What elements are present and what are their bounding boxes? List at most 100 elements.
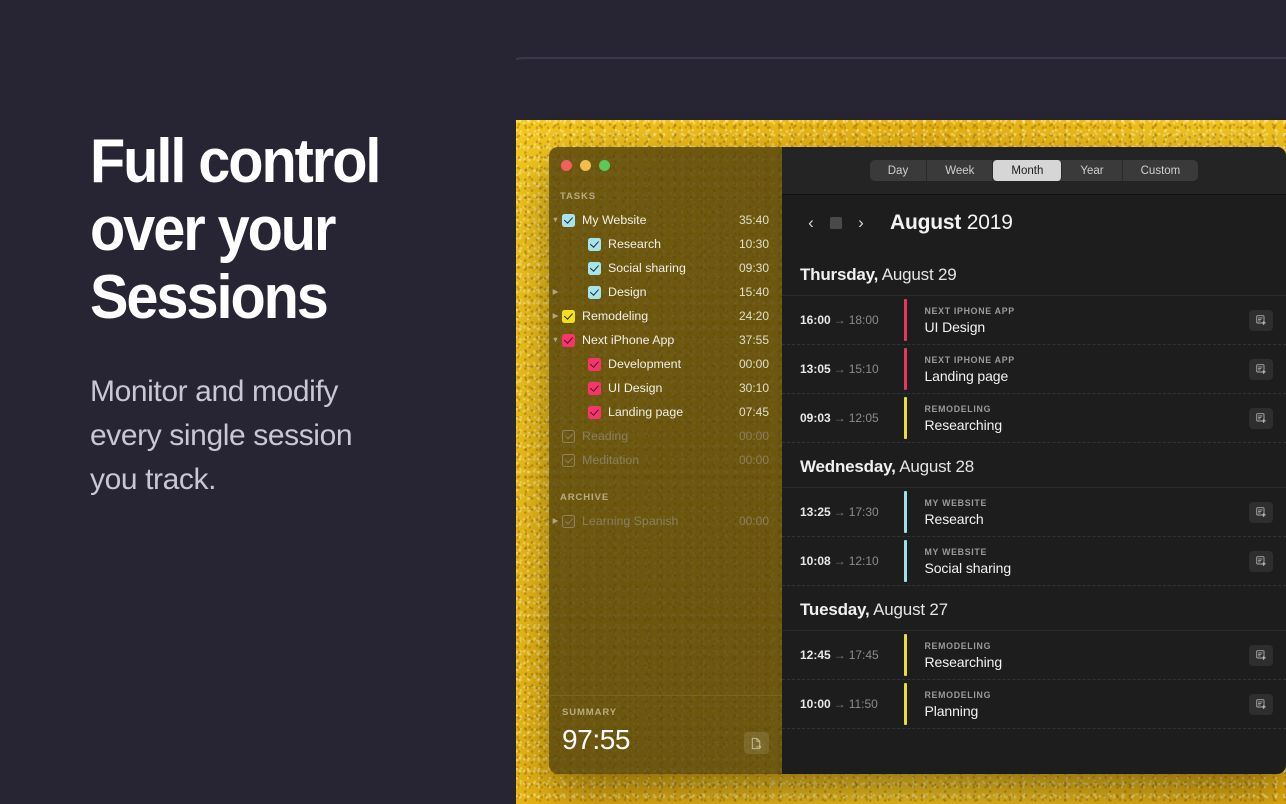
task-checkbox[interactable]: [562, 333, 575, 347]
session-end-time: 12:05: [848, 411, 879, 425]
task-list-item-row[interactable]: Reading 00:00: [549, 424, 782, 448]
task-name: Design: [608, 285, 647, 299]
session-start-time: 09:03: [800, 411, 831, 425]
session-row[interactable]: 13:25 → 17:30 MY WEBSITE Research: [782, 488, 1286, 537]
task-list-item-row[interactable]: Next iPhone App 37:55: [549, 328, 782, 352]
task-duration: 00:00: [738, 429, 769, 443]
session-row[interactable]: 12:45 → 17:45 REMODELING Researching: [782, 631, 1286, 680]
add-note-icon[interactable]: [1249, 693, 1273, 715]
session-time-range: 10:00 → 11:50: [800, 697, 904, 711]
summary-bar: SUMMARY 97:55: [549, 695, 782, 774]
session-row[interactable]: 10:00 → 11:50 REMODELING Planning: [782, 680, 1286, 729]
task-checkbox[interactable]: [562, 213, 575, 227]
session-start-time: 13:05: [800, 362, 831, 376]
task-name: Social sharing: [608, 261, 686, 275]
session-row[interactable]: 16:00 → 18:00 NEXT IPHONE APP UI Design: [782, 296, 1286, 345]
task-list-item-row[interactable]: Development 00:00: [549, 352, 782, 376]
stop-square-icon[interactable]: [830, 217, 842, 229]
session-title: UI Design: [924, 318, 986, 335]
sidebar: TASKS My Website 35:40 Research 10:30 Social…: [549, 147, 782, 774]
archive-section-label: ARCHIVE: [560, 492, 610, 503]
task-list-item-row[interactable]: Landing page 07:45: [549, 400, 782, 424]
zoom-button[interactable]: [599, 160, 610, 171]
tab-custom[interactable]: Custom: [1123, 160, 1199, 181]
add-note-icon[interactable]: [1249, 501, 1273, 523]
task-duration: 35:40: [738, 213, 769, 227]
session-end-time: 12:10: [848, 554, 879, 568]
promo-headline-line-2: Sessions: [90, 263, 329, 332]
day-weekday: Thursday,: [800, 265, 879, 284]
task-list-item-row[interactable]: Meditation 00:00: [549, 448, 782, 472]
promo-headline-line-1: over your: [90, 195, 336, 264]
disclosure-triangle-icon[interactable]: [549, 216, 562, 224]
tab-week[interactable]: Week: [927, 160, 994, 181]
session-project-color-bar: [904, 491, 907, 533]
task-duration: 24:20: [738, 309, 769, 323]
session-title: Social sharing: [924, 559, 1012, 576]
add-note-icon[interactable]: [1249, 644, 1273, 666]
task-list-item-row[interactable]: UI Design 30:10: [549, 376, 782, 400]
task-list-item-row[interactable]: My Website 35:40: [549, 208, 782, 232]
task-checkbox[interactable]: [588, 357, 601, 371]
disclosure-triangle-icon[interactable]: [549, 336, 562, 344]
session-project-color-bar: [904, 634, 907, 676]
tab-month[interactable]: Month: [993, 160, 1063, 181]
session-time-range: 09:03 → 12:05: [800, 411, 904, 425]
promo-subheadline-line-1: every single session: [90, 419, 353, 452]
sessions-list: Thursday, August 29 16:00 → 18:00 NEXT IPHON…: [782, 251, 1286, 774]
day-date: August 28: [895, 457, 974, 476]
window-traffic-lights: [549, 147, 782, 171]
session-body: NEXT IPHONE APP UI Design: [925, 306, 1250, 335]
chevron-right-icon[interactable]: ›: [850, 213, 872, 233]
archive-list-item-row[interactable]: Learning Spanish 00:00: [549, 509, 782, 533]
day-header: Wednesday, August 28: [782, 443, 1286, 488]
task-list-item-row[interactable]: Research 10:30: [549, 232, 782, 256]
range-segmented-control[interactable]: Day Week Month Year Custom: [869, 160, 1199, 181]
task-duration: 09:30: [738, 261, 769, 275]
disclosure-triangle-icon[interactable]: [549, 288, 562, 296]
task-checkbox[interactable]: [562, 429, 575, 443]
arrow-right-icon: →: [833, 554, 846, 568]
close-button[interactable]: [561, 160, 572, 171]
tab-year[interactable]: Year: [1062, 160, 1123, 181]
chevron-left-icon[interactable]: ‹: [800, 213, 822, 233]
session-project-color-bar: [904, 348, 907, 390]
session-end-time: 18:00: [848, 313, 879, 327]
add-note-icon[interactable]: [1249, 550, 1273, 572]
session-body: REMODELING Researching: [925, 641, 1250, 670]
task-checkbox[interactable]: [588, 285, 601, 299]
tab-day[interactable]: Day: [870, 160, 928, 181]
task-list-item-row[interactable]: Remodeling 24:20: [549, 304, 782, 328]
task-name: Research: [608, 237, 662, 251]
timing-app-window: TASKS My Website 35:40 Research 10:30 Social…: [549, 147, 1286, 774]
disclosure-triangle-icon[interactable]: [549, 312, 562, 320]
session-project-color-bar: [904, 397, 907, 439]
task-checkbox[interactable]: [562, 309, 575, 323]
session-body: NEXT IPHONE APP Landing page: [925, 355, 1250, 384]
task-checkbox[interactable]: [588, 405, 601, 419]
session-row[interactable]: 09:03 → 12:05 REMODELING Researching: [782, 394, 1286, 443]
session-row[interactable]: 10:08 → 12:10 MY WEBSITE Social sharing: [782, 537, 1286, 586]
day-weekday: Tuesday,: [800, 600, 870, 619]
session-project-color-bar: [904, 683, 907, 725]
session-row[interactable]: 13:05 → 15:10 NEXT IPHONE APP Landing page: [782, 345, 1286, 394]
task-checkbox[interactable]: [588, 261, 601, 275]
task-name: Remodeling: [582, 309, 649, 323]
task-name: My Website: [582, 213, 647, 227]
task-checkbox[interactable]: [562, 453, 575, 467]
day-date: August 29: [878, 265, 957, 284]
session-title: Researching: [924, 416, 1003, 433]
disclosure-triangle-icon[interactable]: [549, 517, 562, 525]
task-list-item-row[interactable]: Design 15:40: [549, 280, 782, 304]
add-note-icon[interactable]: [1249, 309, 1273, 331]
add-note-icon[interactable]: [1249, 358, 1273, 380]
minimize-button[interactable]: [580, 160, 591, 171]
task-list-item-row[interactable]: Social sharing 09:30: [549, 256, 782, 280]
task-checkbox[interactable]: [588, 237, 601, 251]
task-checkbox[interactable]: [588, 381, 601, 395]
export-document-icon[interactable]: [744, 732, 769, 754]
session-end-time: 15:10: [848, 362, 879, 376]
add-note-icon[interactable]: [1249, 407, 1273, 429]
task-checkbox[interactable]: [562, 514, 575, 528]
summary-label: SUMMARY: [562, 707, 618, 718]
